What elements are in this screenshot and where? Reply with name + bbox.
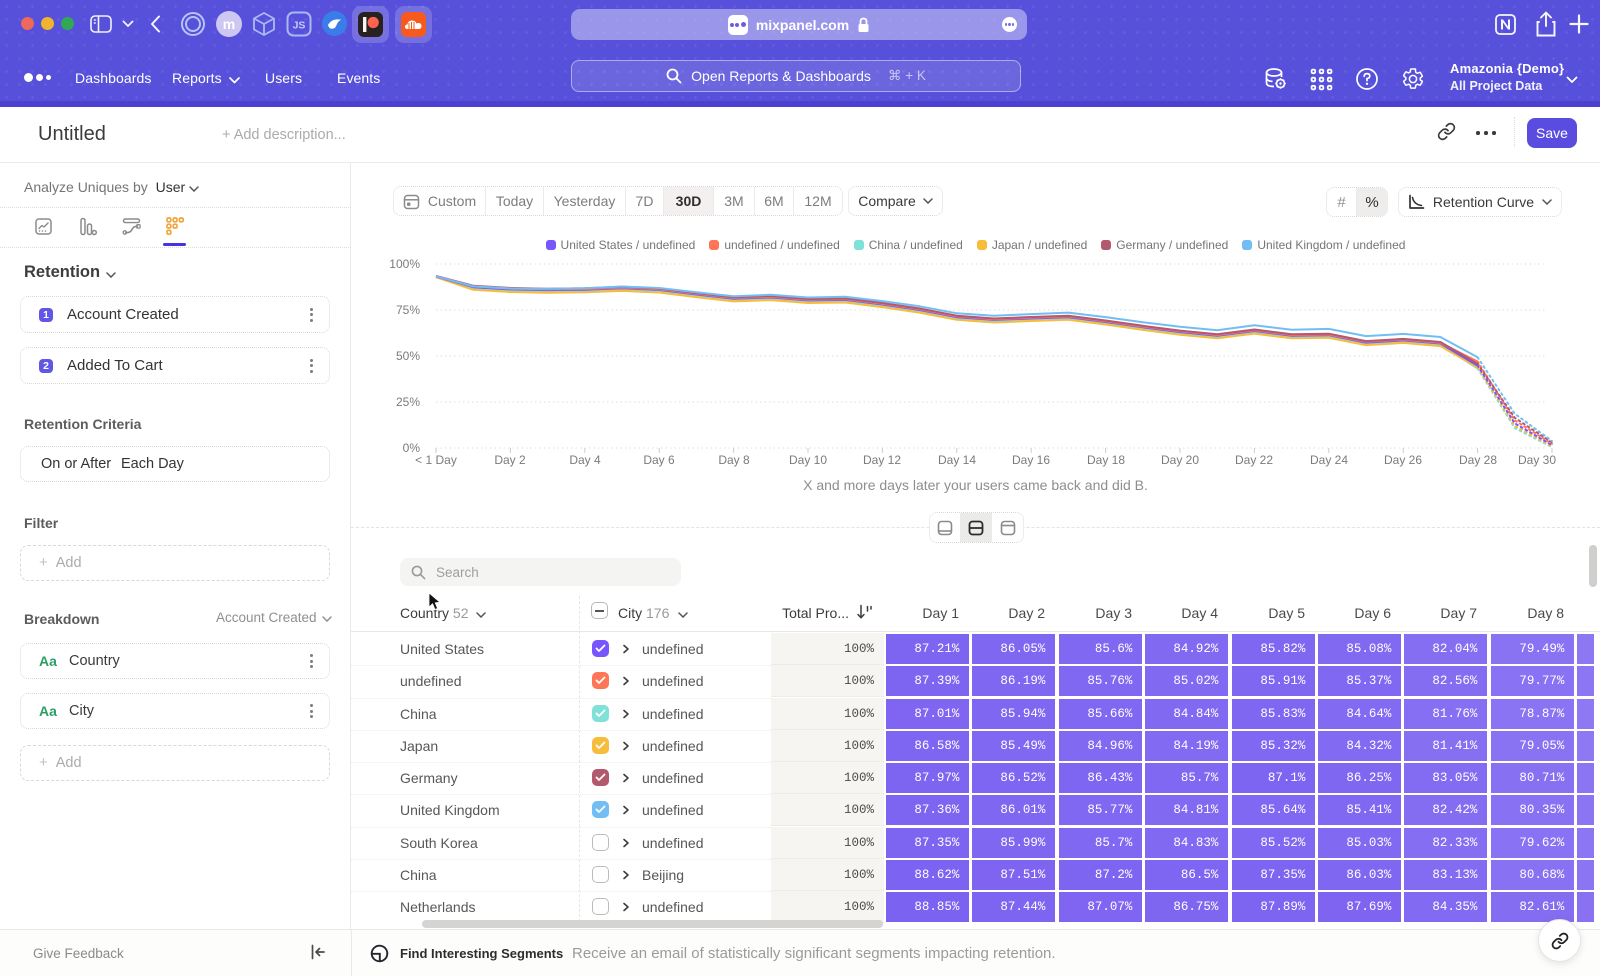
- svg-text:JS: JS: [293, 20, 306, 32]
